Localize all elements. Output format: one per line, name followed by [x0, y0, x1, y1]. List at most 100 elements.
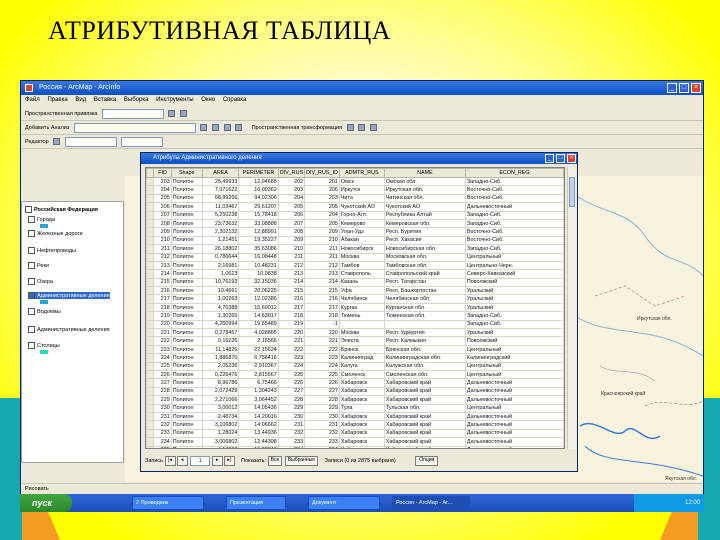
table-cell[interactable]: Полигон	[170, 336, 203, 346]
table-cell[interactable]: 1,28024	[201, 428, 240, 439]
table-cell[interactable]: 215	[304, 286, 340, 296]
table-cell[interactable]: Центральный	[464, 361, 564, 372]
table-row[interactable]: 231 Полигон 2,48734 14,20016 230 230 Хабаровск…	[146, 411, 564, 422]
show-selected-button[interactable]: Выбранные	[284, 455, 319, 466]
table-cell[interactable]: Полигон	[170, 244, 203, 254]
table-cell[interactable]: 3,00012	[201, 403, 240, 413]
table-cell[interactable]: Калининградская обл.	[383, 353, 466, 363]
row-selector[interactable]	[146, 176, 155, 187]
row-selector[interactable]	[146, 319, 155, 330]
table-cell[interactable]: 1,21451	[201, 235, 240, 246]
table-cell[interactable]: 15,78418	[238, 210, 279, 220]
table-cell[interactable]: Полигон	[170, 218, 203, 229]
table-cell[interactable]: 210	[153, 235, 172, 246]
table-cell[interactable]: 226	[277, 378, 306, 388]
table-cell[interactable]: 229	[153, 395, 172, 405]
table-cell[interactable]: 224	[304, 361, 340, 372]
table-row[interactable]: 211 Полигон 26,18802 35,63086 210 211 Новосиби…	[146, 244, 564, 254]
row-selector[interactable]	[146, 344, 155, 355]
table-cell[interactable]: 228	[153, 386, 172, 397]
table-cell[interactable]: 230	[304, 411, 340, 422]
row-selector[interactable]	[146, 328, 155, 338]
column-header[interactable]: DIV_RUS_ID	[304, 168, 340, 178]
table-cell[interactable]: 210	[304, 235, 340, 246]
table-cell[interactable]: Новосибирская обл.	[383, 244, 466, 254]
table-cell[interactable]: 216	[277, 294, 306, 304]
table-cell[interactable]: 2,48734	[201, 411, 240, 422]
column-header[interactable]: NAME	[383, 168, 466, 178]
table-cell[interactable]: Уральский	[464, 328, 564, 338]
table-cell[interactable]: 4,028865	[238, 328, 279, 338]
table-cell[interactable]: Челябинск	[338, 294, 385, 304]
row-selector-header[interactable]	[146, 168, 155, 178]
table-row[interactable]: 234 Полигон 3,006802 12,44398 233 233 Хабаровс…	[146, 437, 564, 447]
prev-record-button[interactable]: ◂	[176, 455, 188, 466]
table-cell[interactable]: Полигон	[170, 294, 203, 304]
layer-checkbox[interactable]	[28, 247, 35, 254]
table-cell[interactable]: Уральский	[464, 286, 564, 296]
table-cell[interactable]: Восточно-Сиб.	[464, 227, 564, 237]
table-cell[interactable]: 2,072429	[201, 386, 240, 397]
table-cell[interactable]: 216	[304, 294, 340, 304]
table-cell[interactable]: Читинская обл.	[383, 193, 466, 204]
table-cell[interactable]: Ставропольский край	[383, 269, 466, 279]
table-cell[interactable]: Хабаровск	[338, 445, 385, 448]
menu-help[interactable]: Справка	[223, 97, 247, 103]
table-cell[interactable]: 204	[153, 185, 172, 195]
table-cell[interactable]: 16,08448	[238, 252, 279, 262]
table-cell[interactable]: 221	[277, 336, 306, 346]
georef-link-icon[interactable]	[179, 110, 187, 118]
toc-layer-cities[interactable]: Города	[28, 216, 55, 223]
table-cell[interactable]: 211	[304, 252, 340, 262]
table-cell[interactable]: Хабаровск	[338, 437, 385, 447]
table-cell[interactable]: 219	[277, 319, 306, 330]
next-record-button[interactable]: ▸	[211, 455, 223, 466]
table-cell[interactable]: 207	[277, 218, 306, 229]
toc-layer-admin[interactable]: Административные деления	[28, 326, 110, 333]
table-cell[interactable]: 229	[304, 403, 340, 413]
table-cell[interactable]: 210	[277, 244, 306, 254]
table-cell[interactable]: 12,02386	[238, 294, 279, 304]
record-number-input[interactable]: 1	[190, 455, 211, 466]
table-cell[interactable]: 214	[277, 277, 306, 288]
table-cell[interactable]: 217	[153, 294, 172, 304]
table-cell[interactable]: Дальневосточный	[464, 420, 564, 430]
table-cell[interactable]: 211	[277, 252, 306, 262]
target-combo[interactable]	[121, 136, 164, 147]
table-cell[interactable]: Полигон	[170, 210, 203, 220]
add-analysis-label[interactable]: Добавить Анализ	[25, 125, 69, 131]
row-selector[interactable]	[146, 445, 155, 448]
row-selector[interactable]	[146, 244, 155, 254]
table-cell[interactable]: 227	[153, 378, 172, 388]
table-cell[interactable]: Калининградский	[464, 353, 564, 363]
georef-layer-combo[interactable]	[101, 108, 164, 119]
table-cell[interactable]: Хабаровск	[338, 420, 385, 430]
table-cell[interactable]: Восточно-Сиб.	[464, 193, 564, 204]
layer-checkbox[interactable]	[28, 278, 35, 285]
row-selector[interactable]	[146, 361, 155, 372]
table-cell[interactable]: Респ. Бурятия	[383, 227, 466, 237]
table-cell[interactable]: Западно-Сиб.	[464, 319, 564, 330]
table-cell[interactable]: Дальневосточный	[464, 386, 564, 397]
table-cell[interactable]: 1,886870	[201, 353, 240, 363]
table-cell[interactable]: Полигон	[170, 260, 203, 271]
table-cell[interactable]: 13,44936	[238, 428, 279, 439]
table-cell[interactable]: 1,0623	[201, 269, 240, 279]
taskbar-item[interactable]: Презентация	[226, 496, 286, 510]
column-header[interactable]: ECON_REG	[464, 168, 564, 178]
table-cell[interactable]: 16,00362	[238, 185, 279, 195]
row-selector[interactable]	[146, 403, 155, 413]
table-cell[interactable]: 218	[304, 311, 340, 321]
menu-window[interactable]: Окно	[201, 97, 215, 103]
table-cell[interactable]: Смоленск	[338, 369, 385, 380]
table-cell[interactable]: 205	[304, 202, 340, 212]
table-cell[interactable]: Полигон	[170, 386, 203, 397]
layer-checkbox[interactable]	[28, 308, 35, 315]
task-combo[interactable]	[64, 136, 117, 147]
table-cell[interactable]: -1	[304, 319, 340, 330]
table-cell[interactable]: 2,910367	[238, 361, 279, 372]
column-header[interactable]: DIV_RUS	[277, 168, 306, 178]
table-cell[interactable]: 32,15036	[238, 277, 279, 288]
table-cell[interactable]: 3,064452	[238, 395, 279, 405]
table-cell[interactable]: 10,4661	[201, 286, 240, 296]
